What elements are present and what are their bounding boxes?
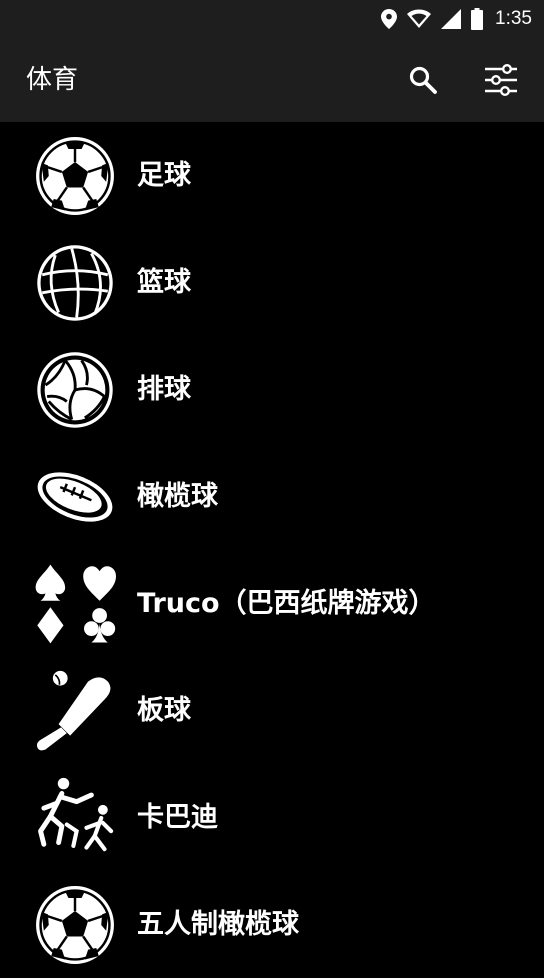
filter-button[interactable] [481, 60, 521, 100]
sport-label: 橄榄球 [137, 481, 218, 512]
sport-label: 排球 [137, 374, 191, 405]
list-item-kabaddi[interactable]: 卡巴迪 [0, 764, 544, 871]
soccer-ball-icon [34, 884, 116, 966]
sport-list: 足球 篮球 排球 橄榄球 Truco（巴西纸牌游戏） 板球 卡巴迪 五人制橄榄球 [0, 122, 544, 978]
sport-label: 五人制橄榄球 [137, 909, 299, 940]
page-title: 体育 [26, 65, 79, 95]
card-suits-icon [34, 563, 116, 645]
rugby-ball-icon [34, 456, 116, 538]
list-item-cricket[interactable]: 板球 [0, 657, 544, 764]
kabaddi-players-icon [34, 777, 116, 859]
list-item-futsal[interactable]: 五人制橄榄球 [0, 871, 544, 978]
soccer-ball-icon [34, 135, 116, 217]
basketball-icon [34, 242, 116, 324]
sport-label: 板球 [137, 695, 191, 726]
list-item-truco[interactable]: Truco（巴西纸牌游戏） [0, 550, 544, 657]
list-item-basketball[interactable]: 篮球 [0, 229, 544, 336]
cricket-bat-icon [34, 670, 116, 752]
battery-icon [471, 8, 484, 30]
list-item-soccer[interactable]: 足球 [0, 122, 544, 229]
status-bar: 1:35 [0, 0, 544, 38]
list-item-rugby[interactable]: 橄榄球 [0, 443, 544, 550]
status-icons: 1:35 [381, 7, 532, 31]
sport-label: 足球 [137, 160, 191, 191]
volleyball-icon [34, 349, 116, 431]
list-item-volleyball[interactable]: 排球 [0, 336, 544, 443]
search-button[interactable] [403, 60, 443, 100]
location-icon [381, 9, 398, 29]
sport-label: 篮球 [137, 267, 191, 298]
filter-icon [485, 64, 517, 96]
sport-label: Truco（巴西纸牌游戏） [137, 588, 436, 619]
search-icon [409, 66, 437, 94]
status-time: 1:35 [495, 8, 532, 29]
signal-icon [441, 9, 462, 29]
app-bar: 体育 [0, 38, 544, 122]
sport-label: 卡巴迪 [137, 802, 218, 833]
wifi-icon [407, 9, 432, 28]
